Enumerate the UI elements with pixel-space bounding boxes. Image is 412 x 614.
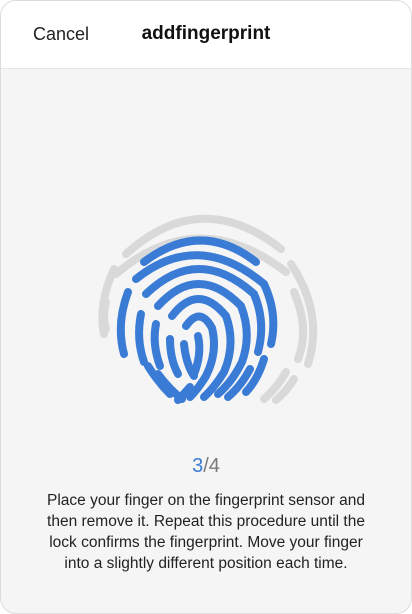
header-bar: Cancel addfingerprint (1, 1, 411, 69)
progress-indicator: 3/4 (1, 455, 411, 478)
fingerprint-icon (86, 194, 326, 424)
progress-total: 4 (208, 455, 220, 477)
add-fingerprint-dialog: Cancel addfingerprint 3/4 Place your fin… (0, 0, 412, 614)
page-title: addfingerprint (141, 23, 271, 44)
instructions-text: Place your finger on the fingerprint sen… (47, 492, 365, 572)
progress-current: 3 (192, 455, 204, 477)
